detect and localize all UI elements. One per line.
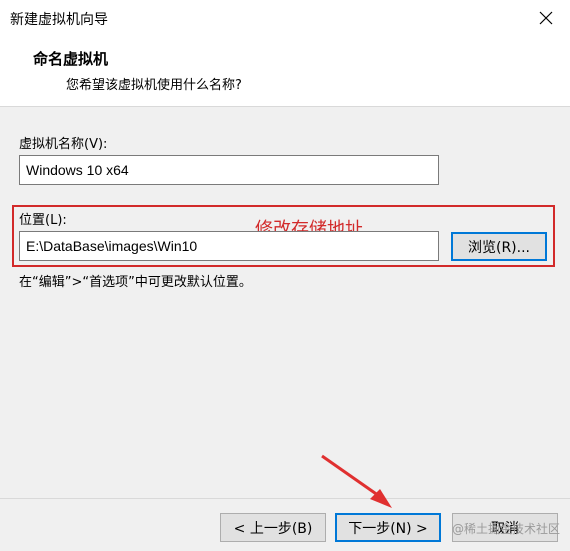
close-button[interactable] bbox=[532, 4, 560, 32]
vm-name-label: 虚拟机名称(V): bbox=[19, 137, 108, 152]
page-title: 命名虚拟机 bbox=[33, 50, 109, 68]
back-button[interactable]: < 上一步(B) bbox=[220, 513, 326, 542]
page-subtitle: 您希望该虚拟机使用什么名称? bbox=[66, 78, 242, 93]
browse-button[interactable]: 浏览(R)... bbox=[451, 232, 547, 261]
next-button[interactable]: 下一步(N) > bbox=[335, 513, 441, 542]
location-label: 位置(L): bbox=[19, 213, 67, 228]
title-bar: 新建虚拟机向导 bbox=[0, 0, 570, 36]
close-icon bbox=[539, 11, 553, 25]
footer-separator bbox=[0, 498, 570, 499]
location-input[interactable]: E:\DataBase\images\Win10 bbox=[19, 231, 439, 261]
window-title: 新建虚拟机向导 bbox=[10, 12, 108, 28]
watermark: @稀土掘金技术社区 bbox=[452, 522, 561, 536]
vm-name-input[interactable]: Windows 10 x64 bbox=[19, 155, 439, 185]
location-hint: 在“编辑”>“首选项”中可更改默认位置。 bbox=[19, 275, 252, 290]
wizard-header: 命名虚拟机 您希望该虚拟机使用什么名称? bbox=[0, 36, 570, 107]
